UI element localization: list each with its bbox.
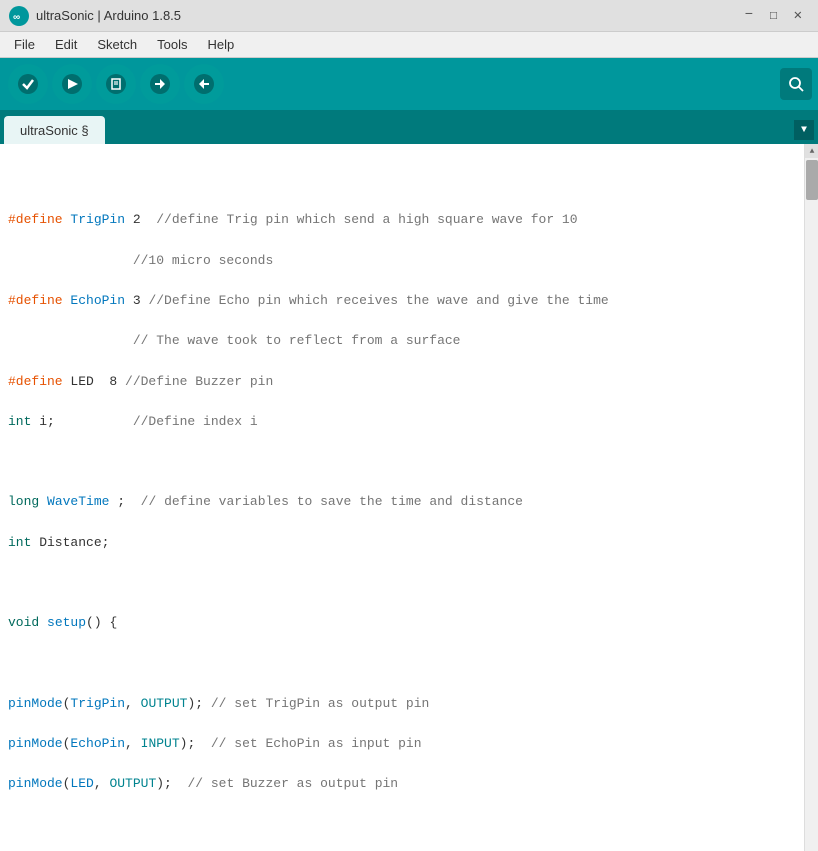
- svg-text:∞: ∞: [13, 12, 20, 23]
- search-button[interactable]: [780, 68, 812, 100]
- scroll-thumb[interactable]: [806, 160, 818, 200]
- vertical-scrollbar[interactable]: ▲: [804, 144, 818, 851]
- tab-dropdown-button[interactable]: ▼: [794, 120, 814, 140]
- title-text: ultraSonic | Arduino 1.8.5: [36, 8, 745, 23]
- code-content: #define TrigPin 2 //define Trig pin whic…: [0, 148, 804, 851]
- tab-ultrasonic[interactable]: ultraSonic §: [4, 116, 105, 144]
- arduino-logo-icon: ∞: [8, 5, 30, 27]
- titlebar: ∞ ultraSonic | Arduino 1.8.5 − ☐ ✕: [0, 0, 818, 32]
- tabs-bar: ultraSonic § ▼: [0, 110, 818, 144]
- window-controls: − ☐ ✕: [745, 7, 802, 24]
- toolbar: [0, 58, 818, 110]
- minimize-button[interactable]: −: [745, 7, 753, 24]
- tab-label: ultraSonic §: [20, 123, 89, 138]
- menu-tools[interactable]: Tools: [147, 35, 197, 54]
- menu-edit[interactable]: Edit: [45, 35, 87, 54]
- verify-button[interactable]: [8, 64, 48, 104]
- editor-container: #define TrigPin 2 //define Trig pin whic…: [0, 144, 818, 851]
- menubar: File Edit Sketch Tools Help: [0, 32, 818, 58]
- scroll-up-arrow[interactable]: ▲: [805, 144, 818, 158]
- code-editor[interactable]: #define TrigPin 2 //define Trig pin whic…: [0, 144, 804, 851]
- menu-sketch[interactable]: Sketch: [87, 35, 147, 54]
- close-button[interactable]: ✕: [794, 7, 802, 24]
- menu-file[interactable]: File: [4, 35, 45, 54]
- menu-help[interactable]: Help: [197, 35, 244, 54]
- new-button[interactable]: [96, 64, 136, 104]
- maximize-button[interactable]: ☐: [769, 7, 777, 24]
- upload-button[interactable]: [52, 64, 92, 104]
- save-button[interactable]: [184, 64, 224, 104]
- open-button[interactable]: [140, 64, 180, 104]
